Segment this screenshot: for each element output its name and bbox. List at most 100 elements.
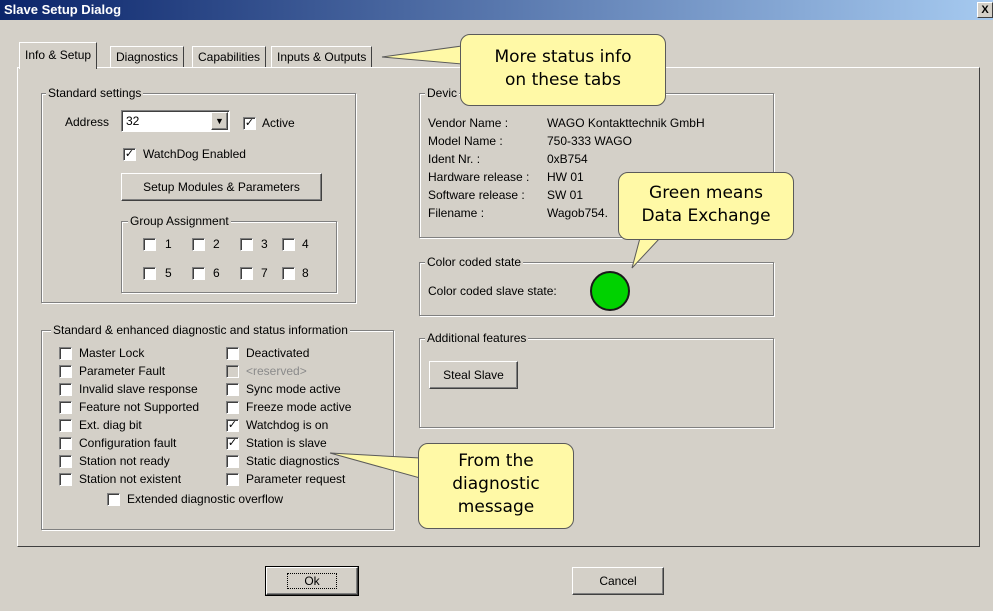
diagnostics-legend: Standard & enhanced diagnostic and statu… bbox=[51, 323, 350, 337]
group-5-label: 5 bbox=[165, 266, 172, 280]
filename-value: Wagob754. bbox=[547, 206, 608, 220]
tabs-callout-line-1: More status info bbox=[494, 47, 632, 67]
software-release-label: Software release : bbox=[428, 188, 525, 202]
group-2-label: 2 bbox=[213, 237, 220, 251]
standard-settings-legend: Standard settings bbox=[46, 86, 144, 100]
active-checkbox[interactable]: ✓ bbox=[243, 117, 256, 130]
configuration-fault-checkbox[interactable] bbox=[59, 437, 72, 450]
sync-mode-checkbox[interactable] bbox=[226, 383, 239, 396]
reserved-checkbox bbox=[226, 365, 239, 378]
setup-modules-button[interactable]: Setup Modules & Parameters bbox=[121, 173, 322, 201]
group-8-label: 8 bbox=[302, 266, 309, 280]
group-6-checkbox[interactable] bbox=[192, 267, 205, 280]
diag-overflow-checkbox[interactable] bbox=[107, 493, 120, 506]
color-state-legend: Color coded state bbox=[425, 255, 524, 269]
station-not-existent-checkbox[interactable] bbox=[59, 473, 72, 486]
master-lock-label: Master Lock bbox=[79, 346, 145, 360]
station-not-existent-label: Station not existent bbox=[79, 472, 182, 486]
ext-diag-bit-label: Ext. diag bit bbox=[79, 418, 142, 432]
parameter-fault-label: Parameter Fault bbox=[79, 364, 166, 378]
reserved-label: <reserved> bbox=[246, 364, 307, 378]
active-label: Active bbox=[262, 116, 295, 130]
tabs-callout-pointer bbox=[381, 45, 463, 65]
additional-features-legend: Additional features bbox=[425, 331, 529, 345]
parameter-request-label: Parameter request bbox=[246, 472, 346, 486]
configuration-fault-label: Configuration fault bbox=[79, 436, 177, 450]
group-2-checkbox[interactable] bbox=[192, 238, 205, 251]
steal-slave-button[interactable]: Steal Slave bbox=[429, 361, 518, 389]
diag-callout-line-3: message bbox=[457, 497, 535, 517]
feature-not-supported-checkbox[interactable] bbox=[59, 401, 72, 414]
tabs-callout: More status info on these tabs bbox=[460, 34, 666, 106]
chevron-down-icon[interactable]: ▼ bbox=[211, 112, 228, 130]
address-select[interactable]: 32 ▼ bbox=[121, 110, 230, 132]
cancel-button[interactable]: Cancel bbox=[572, 567, 664, 595]
software-release-value: SW 01 bbox=[547, 188, 584, 202]
group-7-label: 7 bbox=[261, 266, 268, 280]
address-label: Address bbox=[65, 115, 110, 129]
tab-inputs-outputs[interactable]: Inputs & Outputs bbox=[271, 46, 373, 68]
slave-state-indicator bbox=[590, 271, 630, 311]
vendor-name-value: WAGO Kontakttechnik GmbH bbox=[547, 116, 705, 130]
tab-diagnostics[interactable]: Diagnostics bbox=[110, 46, 185, 68]
invalid-slave-response-checkbox[interactable] bbox=[59, 383, 72, 396]
tab-info-setup[interactable]: Info & Setup bbox=[19, 42, 98, 69]
watchdog-on-label: Watchdog is on bbox=[246, 418, 329, 432]
close-icon: X bbox=[981, 4, 989, 16]
parameter-fault-checkbox[interactable] bbox=[59, 365, 72, 378]
parameter-request-checkbox[interactable] bbox=[226, 473, 239, 486]
sync-mode-label: Sync mode active bbox=[246, 382, 341, 396]
close-button[interactable]: X bbox=[977, 2, 993, 18]
vendor-name-label: Vendor Name : bbox=[428, 116, 509, 130]
group-assignment-legend: Group Assignment bbox=[128, 214, 231, 228]
ok-label: Ok bbox=[287, 573, 337, 589]
ident-nr-label: Ident Nr. : bbox=[428, 152, 481, 166]
diag-callout: From the diagnostic message bbox=[418, 443, 574, 529]
diag-overflow-label: Extended diagnostic overflow bbox=[127, 492, 284, 506]
group-8-checkbox[interactable] bbox=[282, 267, 295, 280]
station-is-slave-checkbox[interactable]: ✓ bbox=[226, 437, 239, 450]
invalid-slave-response-label: Invalid slave response bbox=[79, 382, 198, 396]
group-7-checkbox[interactable] bbox=[240, 267, 253, 280]
tab-capabilities[interactable]: Capabilities bbox=[192, 46, 267, 68]
feature-not-supported-label: Feature not Supported bbox=[79, 400, 200, 414]
station-not-ready-label: Station not ready bbox=[79, 454, 170, 468]
group-3-checkbox[interactable] bbox=[240, 238, 253, 251]
static-diagnostics-checkbox[interactable] bbox=[226, 455, 239, 468]
hardware-release-value: HW 01 bbox=[547, 170, 584, 184]
green-callout: Green means Data Exchange bbox=[618, 172, 794, 240]
filename-label: Filename : bbox=[428, 206, 485, 220]
group-5-checkbox[interactable] bbox=[143, 267, 156, 280]
group-4-checkbox[interactable] bbox=[282, 238, 295, 251]
freeze-mode-checkbox[interactable] bbox=[226, 401, 239, 414]
group-3-label: 3 bbox=[261, 237, 268, 251]
group-4-label: 4 bbox=[302, 237, 309, 251]
group-1-label: 1 bbox=[165, 237, 172, 251]
diag-callout-line-1: From the bbox=[458, 451, 534, 471]
window-title: Slave Setup Dialog bbox=[0, 0, 993, 20]
ext-diag-bit-checkbox[interactable] bbox=[59, 419, 72, 432]
diag-callout-line-2: diagnostic bbox=[452, 474, 540, 494]
deactivated-label: Deactivated bbox=[246, 346, 310, 360]
ok-button[interactable]: Ok bbox=[265, 566, 359, 596]
ident-nr-value: 0xB754 bbox=[547, 152, 588, 166]
model-name-value: 750-333 WAGO bbox=[547, 134, 632, 148]
master-lock-checkbox[interactable] bbox=[59, 347, 72, 360]
tabs-callout-line-2: on these tabs bbox=[505, 70, 621, 90]
station-is-slave-label: Station is slave bbox=[246, 436, 327, 450]
color-state-label: Color coded slave state: bbox=[428, 284, 557, 298]
group-assignment-group bbox=[121, 221, 337, 293]
hardware-release-label: Hardware release : bbox=[428, 170, 530, 184]
group-6-label: 6 bbox=[213, 266, 220, 280]
deactivated-checkbox[interactable] bbox=[226, 347, 239, 360]
group-1-checkbox[interactable] bbox=[143, 238, 156, 251]
green-callout-line-2: Data Exchange bbox=[641, 206, 771, 226]
green-callout-line-1: Green means bbox=[649, 183, 763, 203]
watchdog-checkbox[interactable]: ✓ bbox=[123, 148, 136, 161]
freeze-mode-label: Freeze mode active bbox=[246, 400, 352, 414]
address-value: 32 bbox=[126, 114, 140, 128]
station-not-ready-checkbox[interactable] bbox=[59, 455, 72, 468]
watchdog-on-checkbox[interactable]: ✓ bbox=[226, 419, 239, 432]
static-diagnostics-label: Static diagnostics bbox=[246, 454, 340, 468]
model-name-label: Model Name : bbox=[428, 134, 503, 148]
